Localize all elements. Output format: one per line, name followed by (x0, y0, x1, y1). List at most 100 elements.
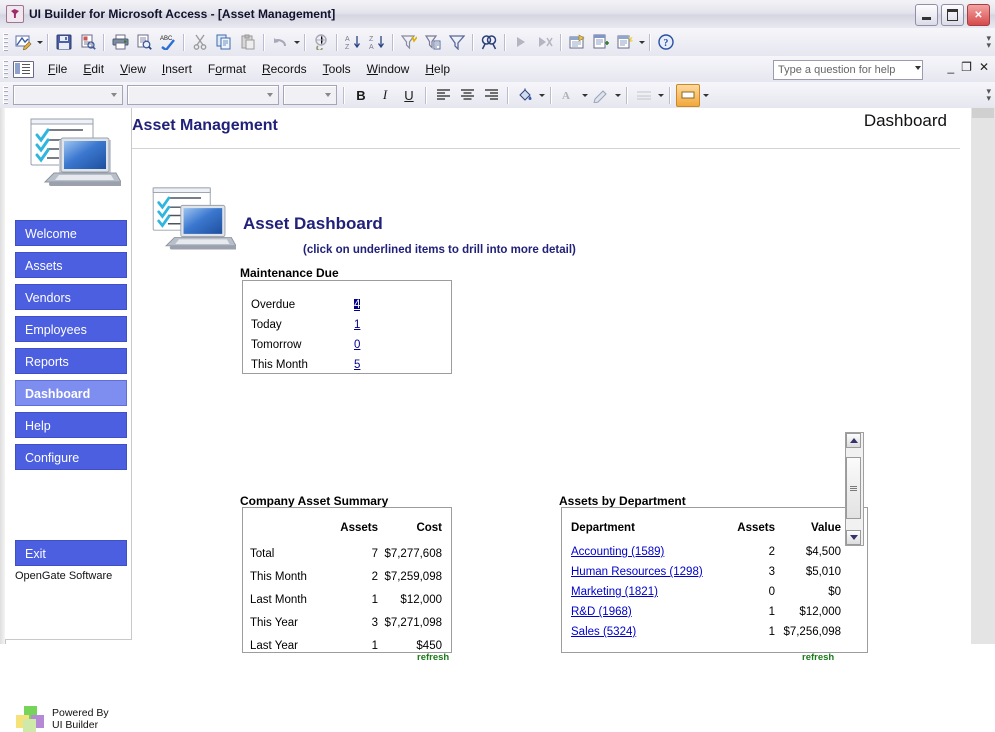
font-size-select[interactable] (283, 85, 337, 105)
maximize-button[interactable] (941, 4, 964, 26)
copy-icon[interactable] (213, 31, 235, 53)
office-links-icon[interactable] (614, 31, 636, 53)
apply-filter-icon[interactable] (446, 31, 468, 53)
line-width-dropdown-arrow[interactable] (656, 84, 665, 106)
paste-icon[interactable] (237, 31, 259, 53)
special-effect-icon[interactable] (676, 83, 700, 107)
line-color-icon[interactable] (590, 85, 612, 106)
toolbar-grip[interactable] (3, 33, 8, 51)
sidebar-item-welcome[interactable]: Welcome (15, 220, 127, 246)
menu-item-help[interactable]: Help (417, 59, 458, 79)
bold-button[interactable]: B (350, 85, 372, 106)
underline-button[interactable]: U (398, 85, 420, 106)
line-color-dropdown-arrow[interactable] (613, 84, 622, 106)
sidebar-item-exit[interactable]: Exit (15, 540, 127, 566)
help-search-dropdown-icon[interactable] (915, 66, 921, 70)
filter-by-form-icon[interactable] (422, 31, 444, 53)
menu-item-tools[interactable]: Tools (315, 59, 359, 79)
asset-summary-refresh-link[interactable]: refresh (417, 652, 449, 663)
department-link[interactable]: R&D (1968) (571, 606, 632, 618)
assets-by-department-refresh-link[interactable]: refresh (802, 652, 834, 663)
row-assets: 1 (371, 639, 378, 652)
sidebar-item-label: Welcome (25, 227, 77, 241)
menu-item-format[interactable]: Format (200, 59, 254, 79)
sort-ascending-icon[interactable]: A Z (342, 31, 364, 53)
align-center-icon[interactable] (456, 85, 478, 106)
sidebar-item-dashboard[interactable]: Dashboard (15, 380, 127, 406)
department-link[interactable]: Marketing (1821) (571, 586, 658, 598)
sidebar-item-reports[interactable]: Reports (15, 348, 127, 374)
scroll-down-button[interactable] (846, 530, 861, 545)
fill-color-dropdown-arrow[interactable] (537, 84, 546, 106)
print-preview-layout-icon[interactable] (77, 31, 99, 53)
minimize-button[interactable] (915, 4, 938, 26)
maintenance-row-value-today[interactable]: 1 (354, 319, 360, 331)
view-dropdown-arrow[interactable] (35, 31, 44, 53)
menu-item-view[interactable]: View (112, 59, 154, 79)
column-header-department: Department (571, 522, 635, 534)
spelling-icon[interactable]: ABC (157, 31, 179, 53)
menu-item-edit[interactable]: Edit (75, 59, 112, 79)
save-icon[interactable] (53, 31, 75, 53)
menu-item-file[interactable]: File (40, 59, 75, 79)
help-icon[interactable]: ? (655, 31, 677, 53)
new-object-icon[interactable] (590, 31, 612, 53)
sidebar-item-help[interactable]: Help (15, 412, 127, 438)
special-effect-dropdown-arrow[interactable] (701, 84, 710, 106)
object-select[interactable] (13, 85, 123, 105)
insert-hyperlink-icon[interactable] (310, 31, 332, 53)
department-link[interactable]: Human Resources (1298) (571, 566, 703, 578)
formatbar-overflow-icon[interactable]: ▾ ▾ (986, 87, 991, 103)
menu-item-records[interactable]: Records (254, 59, 315, 79)
print-preview-icon[interactable] (133, 31, 155, 53)
maintenance-row-value-this-month[interactable]: 5 (354, 359, 360, 371)
align-right-icon[interactable] (480, 85, 502, 106)
italic-button[interactable]: I (374, 85, 396, 106)
delete-record-icon[interactable] (534, 31, 556, 53)
row-assets: 2 (371, 570, 378, 583)
asset-summary-label: Company Asset Summary (240, 494, 389, 508)
mdi-restore-button[interactable]: ❐ (961, 61, 972, 73)
line-width-icon[interactable] (633, 85, 655, 106)
sort-descending-icon[interactable]: Z A (366, 31, 388, 53)
mdi-close-button[interactable]: ✕ (979, 61, 989, 73)
print-icon[interactable] (109, 31, 131, 53)
undo-icon[interactable] (269, 31, 291, 53)
font-color-icon[interactable]: A (557, 85, 579, 106)
undo-dropdown-arrow[interactable] (292, 31, 301, 53)
toolbar-overflow-icon[interactable]: ▾ ▾ (986, 34, 991, 50)
sidebar-item-employees[interactable]: Employees (15, 316, 127, 342)
view-design-icon[interactable] (12, 31, 34, 53)
formatbar-grip[interactable] (3, 86, 8, 104)
database-window-icon[interactable] (566, 31, 588, 53)
menu-item-window[interactable]: Window (359, 59, 418, 79)
font-color-dropdown-arrow[interactable] (580, 84, 589, 106)
mdi-minimize-button[interactable]: _ (947, 61, 954, 73)
align-left-icon[interactable] (432, 85, 454, 106)
scrollbar-thumb[interactable] (846, 457, 861, 519)
department-list-scrollbar[interactable] (845, 432, 864, 546)
sidebar-item-configure[interactable]: Configure (15, 444, 127, 470)
close-button[interactable]: ✕ (967, 4, 990, 26)
menu-item-insert[interactable]: Insert (154, 59, 200, 79)
scroll-up-button[interactable] (846, 433, 861, 448)
sidebar-item-vendors[interactable]: Vendors (15, 284, 127, 310)
cut-icon[interactable] (189, 31, 211, 53)
row-assets: 1 (768, 626, 775, 638)
new-record-icon[interactable] (510, 31, 532, 53)
page-title: Asset Management (132, 117, 278, 134)
department-link[interactable]: Sales (5324) (571, 626, 636, 638)
row-cost: $7,259,098 (384, 570, 442, 583)
office-links-dropdown-arrow[interactable] (637, 31, 646, 53)
table-row: Total 7 $7,277,608 (250, 542, 442, 565)
menubar-grip[interactable] (3, 60, 8, 78)
maintenance-row-value-overdue[interactable]: 4 (354, 299, 361, 311)
maintenance-row-value-tomorrow[interactable]: 0 (354, 339, 360, 351)
find-icon[interactable] (478, 31, 500, 53)
sidebar-item-assets[interactable]: Assets (15, 252, 127, 278)
fill-color-icon[interactable] (514, 85, 536, 106)
help-search-input[interactable]: Type a question for help (773, 60, 923, 80)
department-link[interactable]: Accounting (1589) (571, 546, 664, 558)
font-name-select[interactable] (127, 85, 279, 105)
filter-by-selection-icon[interactable] (398, 31, 420, 53)
